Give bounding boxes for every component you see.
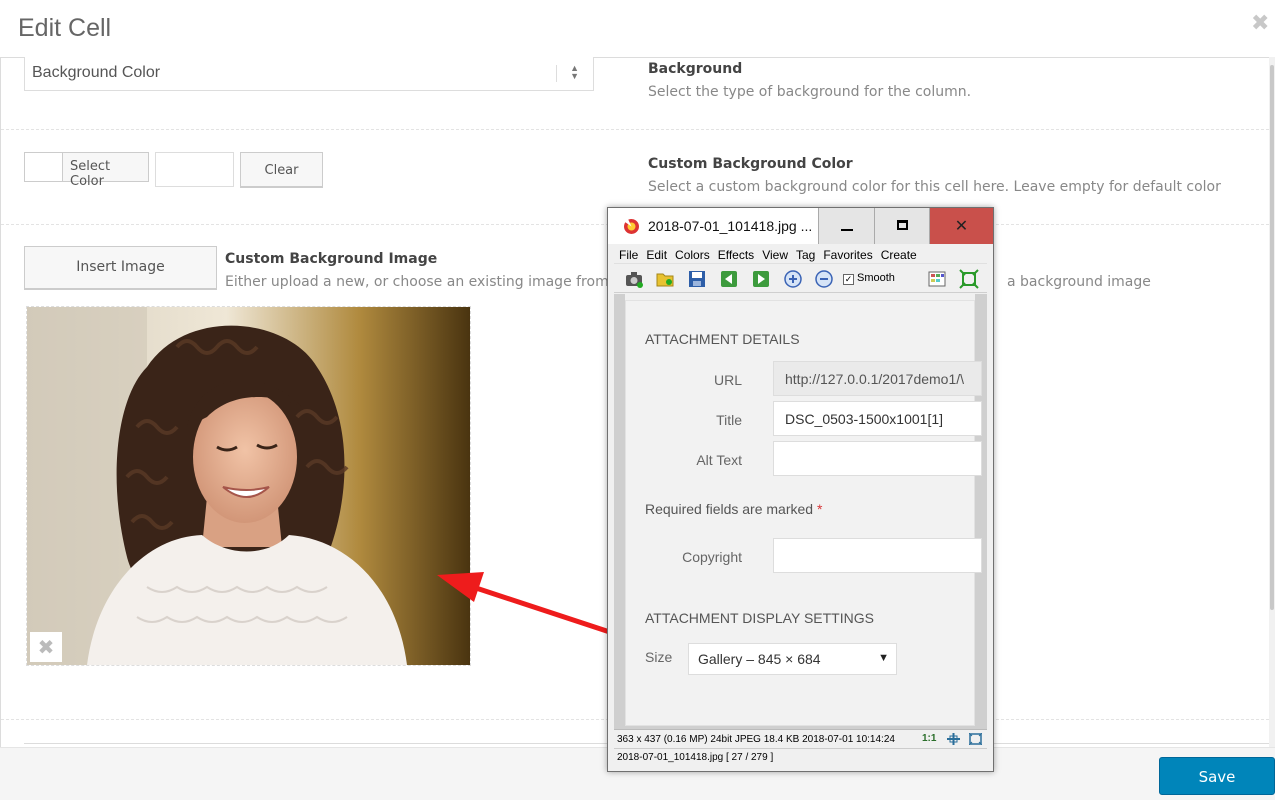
image-frame-right [975, 294, 987, 726]
status-bar-info: 363 x 437 (0.16 MP) 24bit JPEG 18.4 KB 2… [614, 729, 987, 748]
custom-image-description: Either upload a new, or choose an existi… [225, 274, 622, 290]
scrollbar-thumb[interactable] [1270, 65, 1274, 610]
size-label: Size [645, 649, 673, 665]
open-folder-icon[interactable] [655, 269, 675, 289]
copyright-label: Copyright [682, 549, 742, 565]
required-text: Required fields are marked [645, 501, 814, 517]
menu-create[interactable]: Create [876, 245, 920, 262]
select-arrows-icon: ▲ ▼ [570, 63, 579, 81]
close-icon[interactable]: ✖ [1251, 13, 1269, 35]
viewer-toolbar: ✓ Smooth [614, 265, 987, 293]
chevron-down-icon: ▼ [878, 652, 889, 664]
color-swatch [25, 153, 63, 181]
close-icon: ✕ [954, 216, 969, 235]
maximize-icon [897, 220, 908, 230]
minimize-icon [841, 229, 853, 231]
color-hex-input[interactable] [155, 152, 234, 187]
background-type-select[interactable]: Background Color ▲ ▼ [24, 57, 594, 91]
status-bar-file: 2018-07-01_101418.jpg [ 27 / 279 ] [614, 748, 987, 766]
thumbnails-icon[interactable] [927, 269, 947, 289]
select-color-button[interactable]: Select Color [24, 152, 149, 189]
title-label: Title [716, 412, 742, 428]
copyright-field[interactable] [773, 538, 982, 573]
irfanview-icon [624, 219, 639, 234]
custom-image-description-cont: a background image [1007, 274, 1151, 290]
checkbox-checked-icon[interactable]: ✓ [843, 274, 854, 285]
left-border [0, 57, 1, 747]
modal-title: Edit Cell [18, 14, 112, 42]
image-frame-left [614, 294, 625, 726]
viewer-title-bar[interactable]: 2018-07-01_101418.jpg ... ✕ [608, 208, 993, 244]
image-info: 363 x 437 (0.16 MP) 24bit JPEG 18.4 KB 2… [617, 734, 895, 745]
zoom-in-icon[interactable] [783, 269, 803, 289]
fit-window-icon[interactable] [947, 733, 960, 745]
required-fields-note: Required fields are marked * [645, 501, 822, 517]
maximize-button[interactable] [874, 208, 930, 244]
original-size-icon[interactable] [969, 733, 982, 745]
modal-scrollbar[interactable] [1269, 57, 1275, 747]
background-description: Select the type of background for the co… [648, 84, 972, 100]
menu-view[interactable]: View [757, 245, 791, 262]
size-value: Gallery – 845 × 684 [698, 651, 821, 667]
zoom-out-icon[interactable] [814, 269, 834, 289]
viewer-title: 2018-07-01_101418.jpg ... [648, 218, 813, 234]
previous-icon[interactable] [719, 269, 739, 289]
title-field[interactable]: DSC_0503-1500x1001[1] [773, 401, 982, 436]
menu-colors[interactable]: Colors [670, 245, 713, 262]
fullscreen-icon[interactable] [959, 269, 979, 289]
url-label: URL [713, 372, 742, 388]
display-settings-heading: ATTACHMENT DISPLAY SETTINGS [645, 610, 874, 626]
alt-text-label: Alt Text [696, 452, 742, 468]
select-color-label: Select Color [70, 159, 111, 189]
close-window-button[interactable]: ✕ [930, 208, 993, 244]
required-star: * [816, 501, 823, 517]
background-type-value: Background Color [32, 64, 161, 81]
zoom-ratio: 1:1 [922, 733, 937, 744]
size-select[interactable]: Gallery – 845 × 684 ▼ [688, 643, 897, 675]
portrait-photo [27, 307, 470, 665]
smooth-label: Smooth [857, 272, 895, 284]
attachment-details-panel: ATTACHMENT DETAILS URL http://127.0.0.1/… [625, 300, 982, 726]
background-title: Background [648, 61, 743, 77]
custom-image-title: Custom Background Image [225, 251, 438, 267]
clear-color-button[interactable]: Clear [240, 152, 323, 187]
menu-file[interactable]: File [614, 245, 641, 262]
remove-image-icon[interactable]: ✖ [30, 632, 62, 662]
custom-color-description: Select a custom background color for thi… [648, 179, 1221, 195]
smooth-checkbox[interactable]: ✓ Smooth [843, 272, 895, 285]
menu-favorites[interactable]: Favorites [818, 245, 875, 262]
save-button[interactable]: Save [1159, 757, 1275, 795]
minimize-button[interactable] [818, 208, 874, 244]
url-field[interactable]: http://127.0.0.1/2017demo1/\ [773, 361, 982, 396]
alt-text-field[interactable] [773, 441, 982, 476]
section-divider [1, 129, 1269, 130]
insert-image-button[interactable]: Insert Image [24, 246, 217, 289]
viewer-menu-bar: File Edit Colors Effects View Tag Favorites Cre… [614, 245, 987, 264]
background-image-preview [26, 306, 471, 666]
menu-tag[interactable]: Tag [791, 245, 818, 262]
camera-icon[interactable] [624, 269, 644, 289]
next-icon[interactable] [751, 269, 771, 289]
menu-effects[interactable]: Effects [713, 245, 757, 262]
select-separator [556, 65, 557, 82]
save-icon[interactable] [687, 269, 707, 289]
attachment-details-heading: ATTACHMENT DETAILS [645, 331, 800, 347]
menu-edit[interactable]: Edit [641, 245, 670, 262]
image-viewer-window[interactable]: 2018-07-01_101418.jpg ... ✕ File Edit Colo… [607, 207, 994, 772]
custom-color-title: Custom Background Color [648, 156, 853, 172]
